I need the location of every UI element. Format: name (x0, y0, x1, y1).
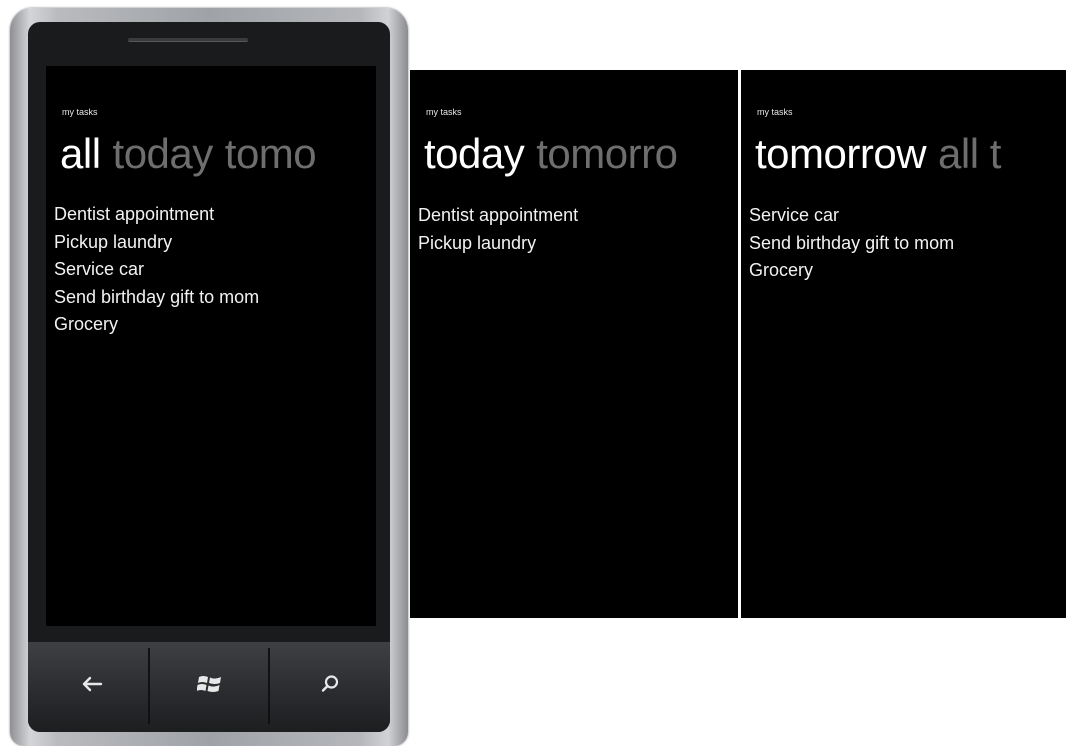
windows-logo-icon (196, 673, 223, 699)
task-list: Dentist appointment Pickup laundry (418, 202, 578, 257)
pivot-item-tomorrow[interactable]: tomorrow (755, 130, 927, 177)
divider (148, 648, 150, 724)
back-button[interactable] (62, 666, 122, 706)
list-item[interactable]: Service car (749, 202, 954, 230)
pivot-illustration: my tasks all today tomo Dentist appointmen… (0, 0, 1066, 746)
back-arrow-icon (81, 676, 103, 696)
hardware-button-bar (28, 642, 390, 732)
list-item[interactable]: Grocery (749, 257, 954, 285)
list-item[interactable]: Pickup laundry (54, 229, 259, 257)
search-button[interactable] (300, 666, 360, 706)
task-list: Dentist appointment Pickup laundry Servi… (54, 201, 259, 339)
app-title: my tasks (426, 107, 462, 117)
pivot-item-all[interactable]: all (60, 130, 101, 177)
phone-screen: my tasks all today tomo Dentist appointmen… (46, 66, 376, 626)
task-list: Service car Send birthday gift to mom Gr… (749, 202, 954, 285)
pivot-header: all today tomo (60, 130, 317, 178)
list-item[interactable]: Send birthday gift to mom (749, 230, 954, 258)
list-item[interactable]: Dentist appointment (418, 202, 578, 230)
pivot-item-tomorrow[interactable]: tomo (225, 130, 317, 177)
phone-device: my tasks all today tomo Dentist appointmen… (10, 8, 408, 746)
pivot-header: tomorrow all t (755, 130, 1001, 178)
pivot-header: today tomorro (424, 130, 678, 178)
earpiece-speaker (128, 38, 248, 42)
list-item[interactable]: Service car (54, 256, 259, 284)
pivot-item-all[interactable]: all t (938, 130, 1001, 177)
pivot-item-tomorrow[interactable]: tomorro (536, 130, 678, 177)
search-icon (320, 674, 340, 698)
pivot-item-today[interactable]: today (424, 130, 525, 177)
list-item[interactable]: Send birthday gift to mom (54, 284, 259, 312)
pivot-item-today[interactable]: today (113, 130, 214, 177)
tomorrow-pivot-panel: my tasks tomorrow all t Service car Send … (741, 70, 1066, 618)
list-item[interactable]: Pickup laundry (418, 230, 578, 258)
list-item[interactable]: Dentist appointment (54, 201, 259, 229)
today-pivot-panel: my tasks today tomorro Dentist appointmen… (410, 70, 738, 618)
app-title: my tasks (62, 107, 98, 117)
divider (268, 648, 270, 724)
app-title: my tasks (757, 107, 793, 117)
list-item[interactable]: Grocery (54, 311, 259, 339)
start-button[interactable] (180, 666, 240, 706)
